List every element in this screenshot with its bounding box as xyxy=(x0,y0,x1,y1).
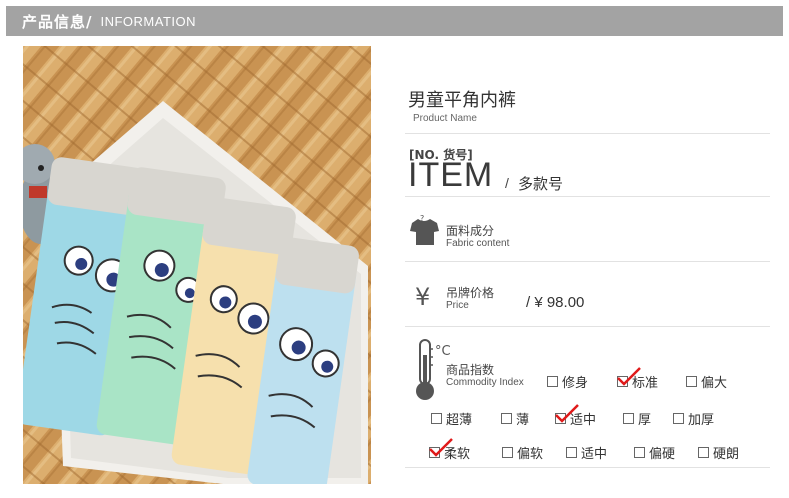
checkbox[interactable] xyxy=(634,447,645,458)
product-name-label: Product Name xyxy=(413,113,477,124)
option-label: 偏软 xyxy=(517,447,544,462)
option-fit-2[interactable]: 偏大 xyxy=(686,372,727,391)
index-label: 商品指数 xyxy=(446,363,495,377)
option-thickness-4[interactable]: 加厚 xyxy=(673,409,714,428)
option-thickness-1[interactable]: 薄 xyxy=(501,409,529,428)
price-label: 吊牌价格 xyxy=(446,286,495,300)
option-fit-1[interactable]: 标准 xyxy=(617,367,659,391)
checkbox[interactable] xyxy=(431,413,442,424)
option-label: 柔软 xyxy=(444,447,471,462)
checkbox[interactable] xyxy=(501,413,512,424)
section-title-cn: 产品信息/ xyxy=(22,12,93,31)
option-thickness-2[interactable]: 适中 xyxy=(555,404,597,428)
checkbox-checked[interactable] xyxy=(429,438,453,458)
price-label-en: Price xyxy=(446,300,469,311)
checkbox[interactable] xyxy=(686,376,697,387)
price-value: / ¥ 98.00 xyxy=(526,294,585,311)
divider xyxy=(405,326,770,327)
svg-text:°C: °C xyxy=(435,344,451,359)
section-title-en: INFORMATION xyxy=(100,13,197,29)
option-fit-0[interactable]: 修身 xyxy=(547,372,588,391)
product-info-panel: 男童平角内裤 Product Name [NO. 货号] ITEM / 多款号 … xyxy=(405,0,770,498)
item-value: 多款号 xyxy=(518,175,564,193)
svg-text:?: ? xyxy=(420,214,424,223)
checkbox[interactable] xyxy=(502,447,513,458)
option-label: 加厚 xyxy=(688,413,715,428)
option-label: 偏硬 xyxy=(649,447,676,462)
checkbox[interactable] xyxy=(673,413,684,424)
option-label: 修身 xyxy=(562,376,589,391)
option-label: 硬朗 xyxy=(713,447,740,462)
checkbox[interactable] xyxy=(547,376,558,387)
option-label: 厚 xyxy=(638,413,652,428)
checkbox-checked[interactable] xyxy=(555,404,579,424)
item-title: ITEM xyxy=(408,156,494,194)
checkbox[interactable] xyxy=(698,447,709,458)
fabric-label-en: Fabric content xyxy=(446,238,510,249)
option-softness-0[interactable]: 柔软 xyxy=(429,438,471,462)
option-label: 标准 xyxy=(632,376,659,391)
index-label-en: Commodity Index xyxy=(446,377,524,388)
product-photo xyxy=(23,46,371,484)
divider xyxy=(405,196,770,197)
option-thickness-0[interactable]: 超薄 xyxy=(431,409,472,428)
option-label: 偏大 xyxy=(701,376,728,391)
option-label: 适中 xyxy=(570,413,597,428)
fabric-label: 面料成分 xyxy=(446,224,495,238)
product-name: 男童平角内裤 xyxy=(408,90,516,111)
option-softness-4[interactable]: 硬朗 xyxy=(698,443,739,462)
yen-icon: ¥ xyxy=(415,283,431,311)
divider xyxy=(405,261,770,262)
option-softness-1[interactable]: 偏软 xyxy=(502,443,543,462)
option-label: 薄 xyxy=(516,413,530,428)
divider xyxy=(405,133,770,134)
item-separator: / xyxy=(505,175,509,191)
tshirt-icon: ? xyxy=(410,214,439,245)
option-label: 超薄 xyxy=(446,413,473,428)
divider xyxy=(405,467,770,468)
checkbox-checked[interactable] xyxy=(617,367,641,387)
checkbox[interactable] xyxy=(623,413,634,424)
checkbox[interactable] xyxy=(566,447,577,458)
option-thickness-3[interactable]: 厚 xyxy=(623,409,651,428)
option-softness-2[interactable]: 适中 xyxy=(566,443,607,462)
option-softness-3[interactable]: 偏硬 xyxy=(634,443,675,462)
option-label: 适中 xyxy=(581,447,608,462)
